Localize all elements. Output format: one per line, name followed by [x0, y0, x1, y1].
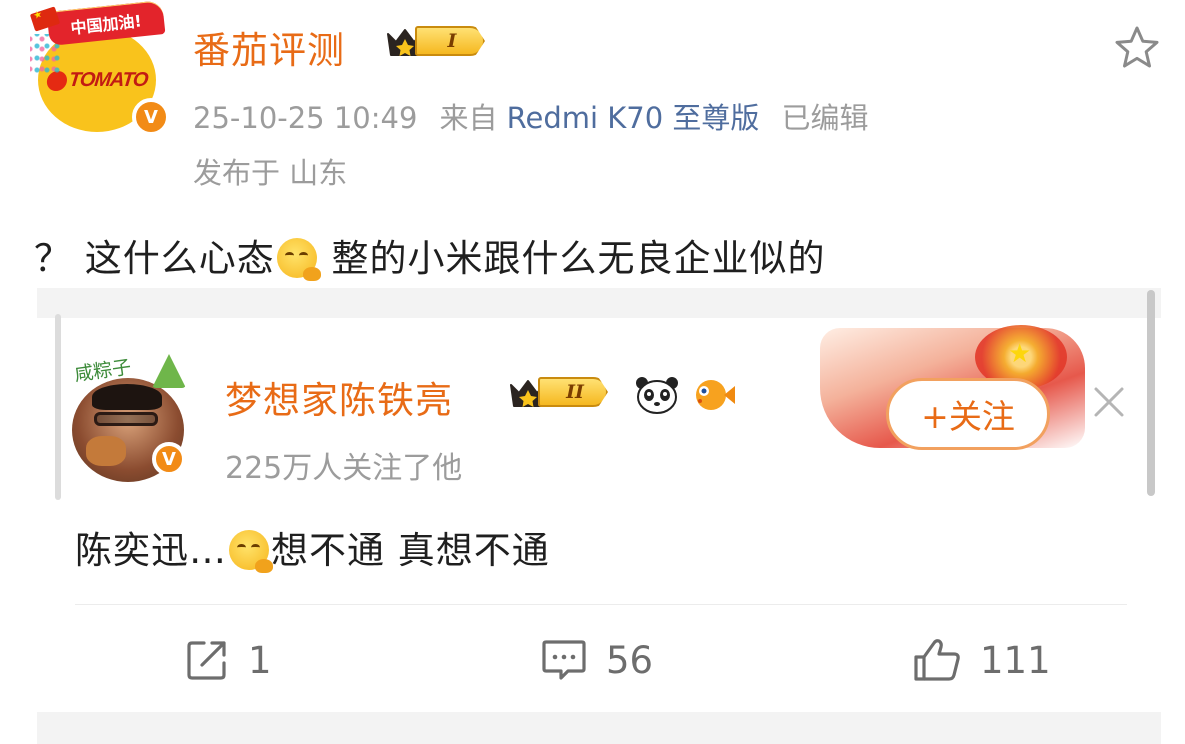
like-button[interactable]: 111	[912, 632, 1051, 688]
avatar-banner: 中国加油!	[46, 0, 166, 46]
post-location: 发布于 山东	[193, 156, 348, 190]
author-avatar[interactable]: TOMATO 中国加油! V	[29, 0, 170, 136]
level-label: II	[538, 377, 608, 407]
follow-button[interactable]: +关注	[886, 378, 1050, 450]
member-level-badge[interactable]: I	[385, 26, 485, 56]
share-icon	[187, 641, 226, 680]
repost-author-name[interactable]: 梦想家陈铁亮	[225, 370, 453, 424]
bottom-separator	[37, 712, 1161, 744]
member-level-badge[interactable]: II	[508, 377, 608, 407]
divider	[75, 604, 1127, 605]
post-content: ？ 这什么心态 整的小米跟什么无良企业似的	[34, 237, 826, 281]
verified-badge-icon: V	[132, 98, 170, 136]
comment-button[interactable]: 56	[540, 632, 653, 688]
author-name[interactable]: 番茄评测	[193, 20, 345, 74]
source-prefix: 来自	[439, 101, 498, 135]
thinking-emoji-icon	[276, 238, 321, 281]
thumbs-up-icon	[914, 639, 960, 681]
post-time: 25-10-25 10:49	[193, 101, 418, 135]
like-count: 111	[980, 638, 1051, 682]
follower-count: 225万人关注了他	[225, 451, 463, 486]
pufferfish-icon	[696, 380, 735, 410]
star-icon[interactable]	[1113, 24, 1161, 72]
comment-count: 56	[606, 638, 654, 682]
repost-content: 陈奕迅… 想不通 真想不通	[75, 529, 550, 573]
zongzi-icon	[152, 354, 186, 388]
repost-count: 1	[248, 638, 272, 682]
verified-badge-icon: V	[152, 442, 186, 476]
card-separator	[37, 288, 1161, 318]
repost-button[interactable]: 1	[184, 632, 272, 688]
device-link[interactable]: Redmi K70 至尊版	[507, 101, 760, 135]
repost-author-avatar[interactable]: 咸粽子 V	[64, 350, 199, 485]
thinking-emoji-icon	[229, 530, 273, 573]
close-icon[interactable]	[1090, 383, 1128, 421]
level-label: I	[415, 26, 485, 56]
post-meta: 25-10-25 10:49 来自 Redmi K70 至尊版 已编辑	[193, 95, 868, 137]
panda-icon	[636, 377, 678, 414]
weibo-post: TOMATO 中国加油! V 番茄评测 I 25-10-25 10:49 来自 R…	[0, 0, 1185, 744]
quote-bar	[55, 314, 61, 500]
edited-label[interactable]: 已编辑	[781, 101, 868, 135]
comment-icon	[542, 640, 586, 680]
avatar-brand-text: TOMATO	[45, 69, 148, 92]
scrollbar[interactable]	[1147, 290, 1155, 496]
